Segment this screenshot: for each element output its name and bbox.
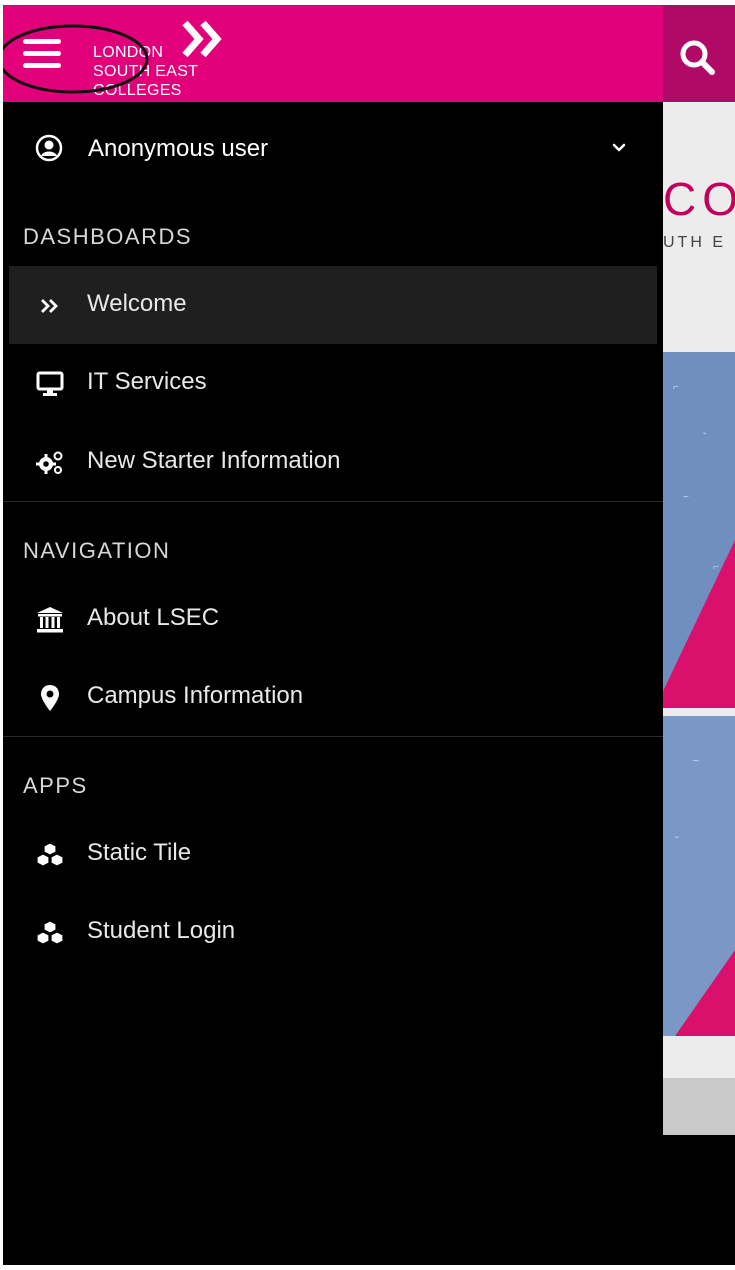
screen-border-left [0, 0, 3, 1270]
double-chevron-right-icon [41, 299, 58, 313]
menu-item-label: Campus Information [87, 682, 304, 709]
user-menu[interactable]: Anonymous user [3, 110, 663, 188]
menu-item-static-tile[interactable]: Static Tile [9, 815, 657, 893]
background-subtitle-fragment: UTH E [663, 234, 726, 251]
menu-item-label: About LSEC [87, 604, 220, 631]
logo-chevrons-icon [182, 20, 222, 58]
menu-item-welcome[interactable]: Welcome [9, 266, 657, 344]
background-tile[interactable]: ⌐ ˇ ~ ⌐ [663, 352, 735, 708]
logo-line: SOUTH EAST [93, 63, 199, 80]
background-page: CO UTH E ⌐ ˇ ~ ⌐ ~ ˇ [663, 0, 735, 1135]
logo-line: COLLEGES [93, 82, 182, 99]
cubes-icon [36, 842, 64, 867]
cogs-icon [36, 451, 63, 474]
college-logo: LONDON SOUTH EAST COLLEGES [93, 19, 253, 99]
background-logo-fragment: CO [663, 173, 735, 225]
section-divider [3, 736, 663, 737]
drawer-header: LONDON SOUTH EAST COLLEGES [0, 5, 663, 102]
user-name: Anonymous user [88, 135, 269, 162]
institution-icon [37, 607, 63, 633]
map-pin-icon [41, 685, 59, 711]
section-title-navigation: NAVIGATION [23, 538, 171, 563]
menu-item-label: Student Login [87, 917, 236, 944]
menu-item-label: Static Tile [87, 839, 192, 866]
background-tile[interactable]: ~ ˇ [663, 716, 735, 1036]
menu-item-student-login[interactable]: Student Login [9, 893, 657, 971]
chevron-down-icon[interactable] [609, 138, 629, 158]
section-divider [3, 501, 663, 502]
logo-line: LONDON [93, 44, 164, 61]
hamburger-menu-button[interactable] [23, 35, 65, 77]
menu-item-it-services[interactable]: IT Services [9, 344, 657, 422]
menu-item-label: IT Services [87, 368, 207, 395]
menu-item-new-starter-information[interactable]: New Starter Information [9, 423, 657, 501]
user-circle-icon [35, 134, 63, 162]
menu-item-about-lsec[interactable]: About LSEC [9, 580, 657, 658]
navigation-drawer: LONDON SOUTH EAST COLLEGES Anonymous use… [0, 0, 663, 1270]
background-header [663, 5, 735, 102]
screen-border-top [0, 0, 735, 5]
section-title-apps: APPS [23, 773, 88, 798]
background-image-strip [663, 1078, 735, 1135]
monitor-icon [36, 371, 64, 396]
menu-item-campus-information[interactable]: Campus Information [9, 658, 657, 736]
section-title-dashboards: DASHBOARDS [23, 224, 193, 249]
screen-border-bottom [0, 1265, 735, 1270]
cubes-icon [36, 920, 64, 945]
search-icon[interactable] [675, 35, 719, 79]
menu-item-label: Welcome [87, 290, 187, 317]
menu-item-label: New Starter Information [87, 447, 341, 474]
